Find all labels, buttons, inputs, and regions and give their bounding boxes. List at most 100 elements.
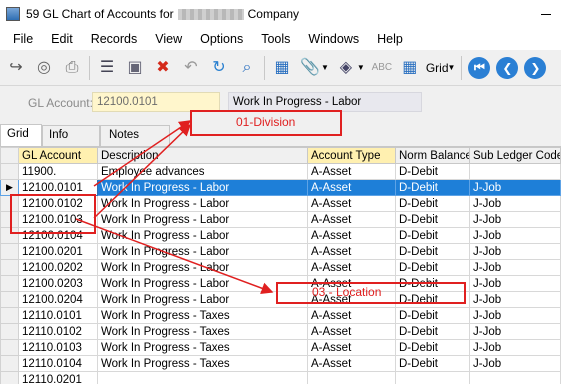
- cell-sub-ledger-code[interactable]: J-Job: [469, 211, 561, 228]
- cell-sub-ledger-code[interactable]: J-Job: [469, 323, 561, 340]
- cell-norm-balance[interactable]: D-Debit: [395, 243, 470, 260]
- cell-norm-balance[interactable]: D-Debit: [395, 179, 470, 196]
- cell-description[interactable]: Work In Progress - Labor: [97, 227, 308, 244]
- tab-info[interactable]: Info: [42, 125, 100, 146]
- cell-account-type[interactable]: A-Asset: [307, 227, 396, 244]
- cell-description[interactable]: Work In Progress - Labor: [97, 195, 308, 212]
- column-header-norm-balance[interactable]: Norm Balance: [395, 147, 470, 164]
- row-indicator[interactable]: [0, 355, 19, 372]
- tab-notes[interactable]: Notes: [100, 125, 170, 146]
- cell-sub-ledger-code[interactable]: J-Job: [469, 195, 561, 212]
- cell-sub-ledger-code[interactable]: J-Job: [469, 339, 561, 356]
- table-row[interactable]: 12100.0201 Work In Progress - Labor A-Asse…: [0, 243, 561, 260]
- print-icon[interactable]: ⎙: [61, 57, 83, 79]
- first-record-icon[interactable]: ⏮: [468, 56, 491, 79]
- binoculars-icon[interactable]: ◎: [33, 57, 55, 79]
- cell-description[interactable]: Work In Progress - Taxes: [97, 323, 308, 340]
- cell-sub-ledger-code[interactable]: J-Job: [469, 275, 561, 292]
- calculator-icon[interactable]: ▦: [271, 57, 293, 79]
- menu-edit[interactable]: Edit: [42, 32, 82, 46]
- attachment-icon[interactable]: 📎: [299, 57, 321, 79]
- stack-icon[interactable]: ◈: [335, 57, 357, 79]
- cell-gl-account[interactable]: 12110.0104: [18, 355, 98, 372]
- grid-view-label[interactable]: Grid: [426, 61, 449, 75]
- cell-gl-account[interactable]: 12100.0201: [18, 243, 98, 260]
- grid-dropdown-icon[interactable]: ▼: [448, 63, 456, 72]
- table-row[interactable]: 12110.0102 Work In Progress - Taxes A-Asse…: [0, 323, 561, 340]
- save-icon[interactable]: ▣: [124, 57, 146, 79]
- menu-file[interactable]: File: [4, 32, 42, 46]
- cell-norm-balance[interactable]: D-Debit: [395, 307, 470, 324]
- cell-account-type[interactable]: A-Asset: [307, 163, 396, 180]
- menu-windows[interactable]: Windows: [299, 32, 368, 46]
- cell-gl-account[interactable]: 11900.: [18, 163, 98, 180]
- cell-gl-account[interactable]: 12100.0204: [18, 291, 98, 308]
- cell-norm-balance[interactable]: [395, 371, 470, 384]
- table-row[interactable]: 11900. Employee advances A-Asset D-Debit: [0, 163, 561, 180]
- cell-norm-balance[interactable]: D-Debit: [395, 323, 470, 340]
- cell-account-type[interactable]: A-Asset: [307, 355, 396, 372]
- attachment-dropdown-icon[interactable]: ▼: [321, 63, 329, 72]
- cell-sub-ledger-code[interactable]: J-Job: [469, 307, 561, 324]
- previous-record-icon[interactable]: ❮: [496, 56, 519, 79]
- undo-icon[interactable]: ↶: [180, 57, 202, 79]
- table-row[interactable]: 12110.0103 Work In Progress - Taxes A-Asse…: [0, 339, 561, 356]
- row-indicator[interactable]: [0, 243, 19, 260]
- cell-description[interactable]: Work In Progress - Labor: [97, 259, 308, 276]
- stack-dropdown-icon[interactable]: ▼: [357, 63, 365, 72]
- cell-norm-balance[interactable]: D-Debit: [395, 195, 470, 212]
- cell-description[interactable]: Work In Progress - Labor: [97, 179, 308, 196]
- cell-description[interactable]: [97, 371, 308, 384]
- new-document-icon[interactable]: ☰: [96, 57, 118, 79]
- cell-gl-account[interactable]: 12110.0102: [18, 323, 98, 340]
- table-row[interactable]: 12110.0101 Work In Progress - Taxes A-Asse…: [0, 307, 561, 324]
- spellcheck-icon[interactable]: ABC: [371, 57, 393, 79]
- cell-norm-balance[interactable]: D-Debit: [395, 227, 470, 244]
- cell-description[interactable]: Work In Progress - Labor: [97, 211, 308, 228]
- cell-account-type[interactable]: A-Asset: [307, 307, 396, 324]
- table-row[interactable]: 12110.0104 Work In Progress - Taxes A-Asse…: [0, 355, 561, 372]
- cell-account-type[interactable]: A-Asset: [307, 243, 396, 260]
- cell-account-type[interactable]: A-Asset: [307, 339, 396, 356]
- cell-norm-balance[interactable]: D-Debit: [395, 355, 470, 372]
- table-row[interactable]: 12100.0202 Work In Progress - Labor A-Asse…: [0, 259, 561, 276]
- cell-account-type[interactable]: A-Asset: [307, 195, 396, 212]
- cell-gl-account[interactable]: 12100.0202: [18, 259, 98, 276]
- minimize-icon[interactable]: [541, 14, 551, 15]
- tab-grid[interactable]: Grid: [0, 124, 42, 147]
- cell-gl-account[interactable]: 12110.0201: [18, 371, 98, 384]
- menu-help[interactable]: Help: [368, 32, 412, 46]
- row-indicator[interactable]: [0, 259, 19, 276]
- menu-records[interactable]: Records: [82, 32, 147, 46]
- cell-sub-ledger-code[interactable]: J-Job: [469, 243, 561, 260]
- cell-account-type[interactable]: [307, 371, 396, 384]
- cell-description[interactable]: Work In Progress - Taxes: [97, 307, 308, 324]
- cell-gl-account[interactable]: 12110.0101: [18, 307, 98, 324]
- cell-description[interactable]: Work In Progress - Taxes: [97, 339, 308, 356]
- table-row[interactable]: 12110.0201: [0, 371, 561, 384]
- delete-icon[interactable]: ✖: [152, 57, 174, 79]
- exit-icon[interactable]: ↪: [5, 57, 27, 79]
- cell-sub-ledger-code[interactable]: J-Job: [469, 227, 561, 244]
- column-header-sub-ledger-code[interactable]: Sub Ledger Code: [469, 147, 561, 164]
- cell-sub-ledger-code[interactable]: J-Job: [469, 355, 561, 372]
- cell-gl-account[interactable]: 12100.0203: [18, 275, 98, 292]
- menu-view[interactable]: View: [146, 32, 191, 46]
- row-indicator[interactable]: [0, 323, 19, 340]
- cell-account-type[interactable]: A-Asset: [307, 179, 396, 196]
- cell-description[interactable]: Employee advances: [97, 163, 308, 180]
- cell-account-type[interactable]: A-Asset: [307, 259, 396, 276]
- cell-norm-balance[interactable]: D-Debit: [395, 211, 470, 228]
- row-indicator[interactable]: [0, 371, 19, 384]
- menu-tools[interactable]: Tools: [252, 32, 299, 46]
- cell-description[interactable]: Work In Progress - Taxes: [97, 355, 308, 372]
- cell-sub-ledger-code[interactable]: J-Job: [469, 291, 561, 308]
- cell-gl-account[interactable]: 12110.0103: [18, 339, 98, 356]
- row-indicator[interactable]: [0, 163, 19, 180]
- row-indicator[interactable]: [0, 339, 19, 356]
- search-icon[interactable]: ⌕: [236, 57, 258, 79]
- row-indicator[interactable]: [0, 275, 19, 292]
- cell-sub-ledger-code[interactable]: J-Job: [469, 179, 561, 196]
- cell-norm-balance[interactable]: D-Debit: [395, 163, 470, 180]
- cell-sub-ledger-code[interactable]: [469, 163, 561, 180]
